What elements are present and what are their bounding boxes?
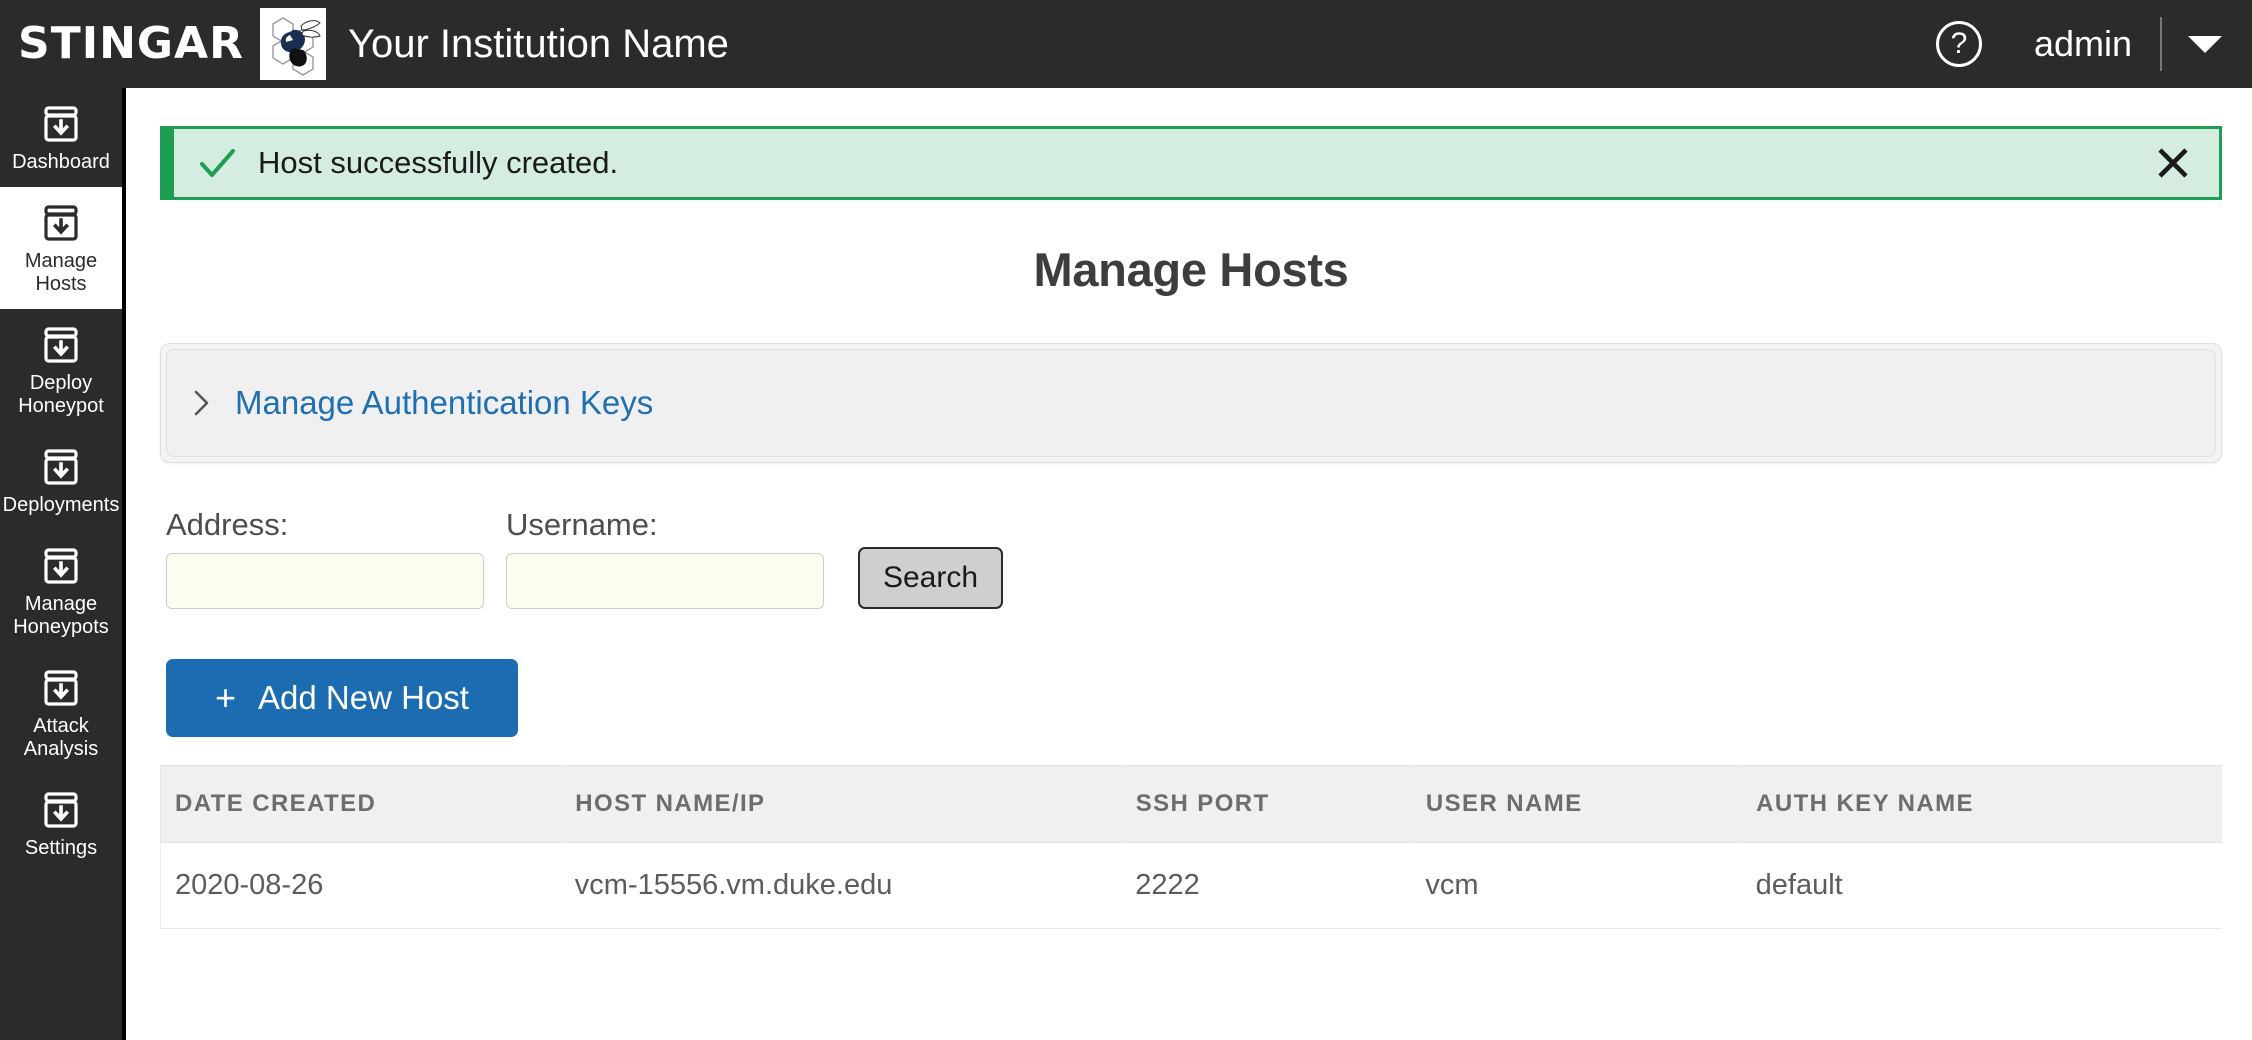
sidebar-item-dashboard[interactable]: Dashboard bbox=[0, 88, 122, 187]
main-content: Host successfully created. Manage Hosts … bbox=[130, 88, 2252, 1040]
archive-download-icon bbox=[41, 104, 81, 144]
sidebar-item-manage-hosts[interactable]: Manage Hosts bbox=[0, 187, 122, 310]
archive-download-icon bbox=[41, 668, 81, 708]
archive-download-icon bbox=[41, 447, 81, 487]
cell-ssh-port: 2222 bbox=[1121, 842, 1412, 929]
user-name-label: admin bbox=[2033, 23, 2132, 64]
chevron-down-icon[interactable] bbox=[2188, 35, 2222, 53]
close-x-icon[interactable] bbox=[2153, 143, 2193, 183]
archive-download-icon bbox=[41, 325, 81, 365]
column-header-host-name-ip: HOST NAME/IP bbox=[560, 765, 1122, 843]
check-mark-icon bbox=[196, 142, 238, 184]
sidebar-item-label: Deployments bbox=[2, 493, 120, 516]
hosts-table-header: DATE CREATED HOST NAME/IP SSH PORT USER … bbox=[159, 765, 2222, 843]
table-row[interactable]: 2020-08-26 vcm-15556.vm.duke.edu 2222 vc… bbox=[160, 842, 2222, 929]
cell-date-created: 2020-08-26 bbox=[160, 842, 561, 929]
host-search-form: Address: Username: Search bbox=[166, 507, 2252, 609]
sidebar-item-attack-analysis[interactable]: Attack Analysis bbox=[0, 652, 122, 774]
auth-keys-accordion-toggle[interactable]: Manage Authentication Keys bbox=[166, 349, 2216, 457]
cell-auth-key-name: default bbox=[1741, 842, 2222, 929]
column-header-auth-key-name: AUTH KEY NAME bbox=[1741, 765, 2222, 843]
chevron-right-icon bbox=[191, 388, 213, 418]
alert-message: Host successfully created. bbox=[258, 145, 619, 180]
sidebar-nav: Dashboard Manage Hosts Deploy Honeypot D… bbox=[0, 88, 126, 1040]
username-label: Username: bbox=[506, 507, 658, 542]
add-new-host-button[interactable]: + Add New Host bbox=[166, 659, 518, 737]
sidebar-item-deploy-honeypot[interactable]: Deploy Honeypot bbox=[0, 309, 122, 431]
cell-user-name: vcm bbox=[1411, 842, 1742, 929]
username-input[interactable] bbox=[506, 553, 824, 609]
stingar-wordmark: STINGAR bbox=[18, 18, 244, 69]
sidebar-item-deployments[interactable]: Deployments bbox=[0, 431, 122, 530]
hornet-honeycomb-logo bbox=[259, 8, 326, 80]
username-field-group: Username: bbox=[506, 507, 824, 609]
archive-download-icon bbox=[41, 790, 81, 830]
sidebar-item-manage-honeypots[interactable]: Manage Honeypots bbox=[0, 530, 122, 652]
success-alert: Host successfully created. bbox=[160, 126, 2222, 200]
add-new-host-label: Add New Host bbox=[258, 679, 469, 716]
plus-icon: + bbox=[215, 677, 237, 718]
archive-download-icon bbox=[41, 203, 81, 243]
hosts-table-body: 2020-08-26 vcm-15556.vm.duke.edu 2222 vc… bbox=[160, 842, 2222, 929]
sidebar-item-label: Dashboard bbox=[12, 151, 110, 173]
address-input[interactable] bbox=[166, 553, 484, 609]
header-actions: ? admin bbox=[1935, 0, 2252, 88]
sidebar-item-label: Settings bbox=[24, 836, 98, 859]
table-header-row: DATE CREATED HOST NAME/IP SSH PORT USER … bbox=[159, 765, 2222, 843]
sidebar-item-settings[interactable]: Settings bbox=[0, 774, 122, 873]
top-header-bar: STINGAR Your Institution Name ? admin bbox=[0, 0, 2252, 88]
cell-host-name-ip: vcm-15556.vm.duke.edu bbox=[560, 842, 1122, 929]
archive-download-icon bbox=[41, 546, 81, 586]
hosts-table: DATE CREATED HOST NAME/IP SSH PORT USER … bbox=[159, 765, 2222, 929]
header-divider bbox=[2160, 17, 2162, 71]
sidebar-item-label: Deploy Honeypot bbox=[18, 372, 104, 417]
help-icon[interactable]: ? bbox=[1935, 21, 1982, 67]
sidebar-item-label: Attack Analysis bbox=[23, 715, 99, 760]
address-label: Address: bbox=[166, 507, 289, 542]
page-title: Manage Hosts bbox=[1033, 243, 1349, 296]
auth-keys-accordion-label: Manage Authentication Keys bbox=[235, 384, 654, 421]
column-header-date-created: DATE CREATED bbox=[159, 765, 561, 843]
sidebar-item-label: Manage Honeypots bbox=[13, 593, 109, 638]
search-button[interactable]: Search bbox=[858, 547, 1003, 609]
column-header-ssh-port: SSH PORT bbox=[1120, 765, 1412, 843]
auth-keys-accordion: Manage Authentication Keys bbox=[160, 343, 2222, 463]
institution-name: Your Institution Name bbox=[347, 21, 729, 66]
column-header-user-name: USER NAME bbox=[1410, 765, 1742, 843]
sidebar-item-label: Manage Hosts bbox=[24, 250, 98, 295]
address-field-group: Address: bbox=[166, 507, 484, 609]
